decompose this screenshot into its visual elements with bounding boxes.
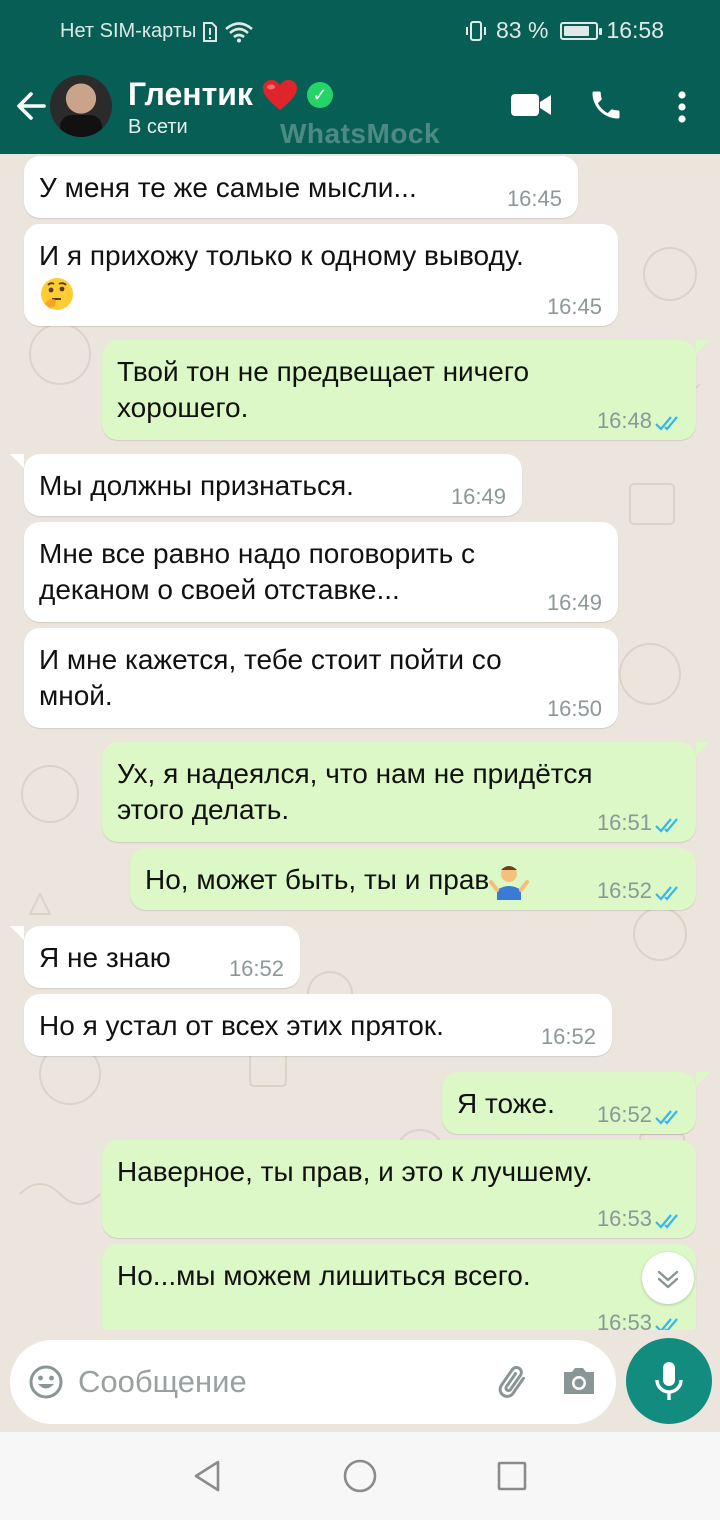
message-time: 16:49 xyxy=(450,484,506,509)
heart-emoji xyxy=(262,79,297,110)
scroll-to-bottom-button[interactable] xyxy=(642,1252,694,1304)
more-vert-icon[interactable] xyxy=(676,90,688,124)
message-time: 16:53 xyxy=(596,1310,652,1331)
message-time: 16:53 xyxy=(596,1206,652,1231)
message-time: 16:52 xyxy=(540,1024,596,1049)
message-list[interactable]: У меня те же самые мысли... 16:45 И я пр… xyxy=(0,154,720,1330)
thinking-face-emoji xyxy=(41,277,73,310)
read-ticks-icon xyxy=(655,416,678,431)
read-ticks-icon xyxy=(655,818,678,833)
message-text: Но...мы можем лишиться всего. xyxy=(117,1260,531,1291)
paperclip-icon[interactable] xyxy=(494,1362,534,1402)
message-outgoing[interactable]: Ух, я надеялся, что нам не придётся этог… xyxy=(102,742,696,842)
battery-percent: 83 % xyxy=(496,17,549,43)
status-bar: Нет SIM-карты 83 % 16:58 xyxy=(0,0,720,62)
message-text-content: Но, может быть, ты и прав xyxy=(145,864,490,895)
message-text: И я прихожу только к одному выводу. xyxy=(39,238,598,312)
message-time: 16:52 xyxy=(596,1102,652,1127)
message-incoming[interactable]: Мы должны признаться. 16:49 xyxy=(24,454,522,516)
message-text: Твой тон не предвещает ничего хорошего. xyxy=(117,356,530,423)
back-arrow-icon[interactable] xyxy=(12,84,52,128)
clock: 16:58 xyxy=(606,17,664,43)
message-time: 16:45 xyxy=(546,294,602,319)
message-outgoing[interactable]: Твой тон не предвещает ничего хорошего. … xyxy=(102,340,696,440)
phone-icon[interactable] xyxy=(588,86,624,124)
message-time: 16:52 xyxy=(228,956,284,981)
contact-name-text: Глентик xyxy=(128,76,253,112)
message-incoming[interactable]: И я прихожу только к одному выводу. 16:4… xyxy=(24,224,618,326)
message-text: Наверное, ты прав, и это к лучшему. xyxy=(117,1156,593,1187)
message-time: 16:50 xyxy=(546,696,602,721)
message-composer[interactable]: Сообщение xyxy=(10,1340,616,1424)
avatar[interactable] xyxy=(50,75,112,137)
bubble-tail xyxy=(696,340,710,354)
message-time: 16:49 xyxy=(546,590,602,615)
message-text: Ух, я надеялся, что нам не придётся этог… xyxy=(117,758,593,825)
read-ticks-icon xyxy=(655,886,678,901)
bubble-tail xyxy=(10,926,24,940)
message-text: Но я устал от всех этих пряток. xyxy=(39,1010,444,1041)
contact-name[interactable]: Глентик ✓ xyxy=(128,76,333,113)
message-text-content: И я прихожу только к одному выводу. xyxy=(39,240,524,271)
chevrons-down-icon xyxy=(657,1270,679,1289)
chat-header: Глентик ✓ В сети WhatsMock xyxy=(0,62,720,154)
message-time: 16:52 xyxy=(596,878,652,903)
emoji-icon[interactable] xyxy=(28,1364,64,1400)
bubble-tail xyxy=(10,454,24,468)
wifi-icon xyxy=(225,21,254,42)
message-text: Мне все равно надо поговорить с деканом … xyxy=(39,538,476,605)
read-ticks-icon xyxy=(655,1110,678,1125)
video-call-icon[interactable] xyxy=(510,88,552,122)
message-outgoing[interactable]: Но, может быть, ты и прав 16:52 xyxy=(130,848,696,910)
verified-badge-icon: ✓ xyxy=(306,81,333,108)
contact-status: В сети xyxy=(128,116,188,138)
message-incoming[interactable]: Я не знаю 16:52 xyxy=(24,926,300,988)
microphone-icon xyxy=(655,1362,683,1400)
bubble-tail xyxy=(696,742,710,756)
message-outgoing[interactable]: Но...мы можем лишиться всего. 16:53 xyxy=(102,1244,696,1330)
watermark: WhatsMock xyxy=(280,118,441,149)
message-input[interactable]: Сообщение xyxy=(78,1364,247,1400)
camera-icon[interactable] xyxy=(560,1364,598,1398)
message-text: У меня те же самые мысли... xyxy=(39,172,417,203)
status-right: 83 % 16:58 xyxy=(464,17,664,44)
message-incoming[interactable]: Но я устал от всех этих пряток. 16:52 xyxy=(24,994,612,1056)
nav-recents-icon[interactable] xyxy=(496,1458,528,1494)
nav-back-icon[interactable] xyxy=(190,1458,224,1494)
message-outgoing[interactable]: Я тоже. 16:52 xyxy=(442,1072,696,1134)
message-text: Мы должны признаться. xyxy=(39,470,354,501)
read-ticks-icon xyxy=(655,1214,678,1229)
person-shrugging-emoji xyxy=(489,865,530,900)
message-time: 16:45 xyxy=(506,186,562,211)
carrier-label: Нет SIM-карты xyxy=(60,20,197,42)
battery-level xyxy=(564,25,590,36)
message-text: И мне кажется, тебе стоит пойти со мной. xyxy=(39,644,502,711)
message-time: 16:48 xyxy=(596,408,652,433)
voice-message-button[interactable] xyxy=(626,1338,712,1424)
bubble-tail xyxy=(696,1072,710,1086)
message-outgoing[interactable]: Наверное, ты прав, и это к лучшему. 16:5… xyxy=(102,1140,696,1238)
message-incoming[interactable]: У меня те же самые мысли... 16:45 xyxy=(24,156,578,218)
message-time: 16:51 xyxy=(596,810,652,835)
battery-icon xyxy=(560,21,603,40)
status-left: Нет SIM-карты xyxy=(60,20,254,43)
read-ticks-icon xyxy=(655,1318,678,1330)
vibrate-icon xyxy=(466,20,486,41)
system-nav-bar xyxy=(0,1432,720,1520)
message-incoming[interactable]: Мне все равно надо поговорить с деканом … xyxy=(24,522,618,622)
no-sim-icon xyxy=(203,21,218,42)
message-incoming[interactable]: И мне кажется, тебе стоит пойти со мной.… xyxy=(24,628,618,728)
nav-home-icon[interactable] xyxy=(342,1458,378,1494)
